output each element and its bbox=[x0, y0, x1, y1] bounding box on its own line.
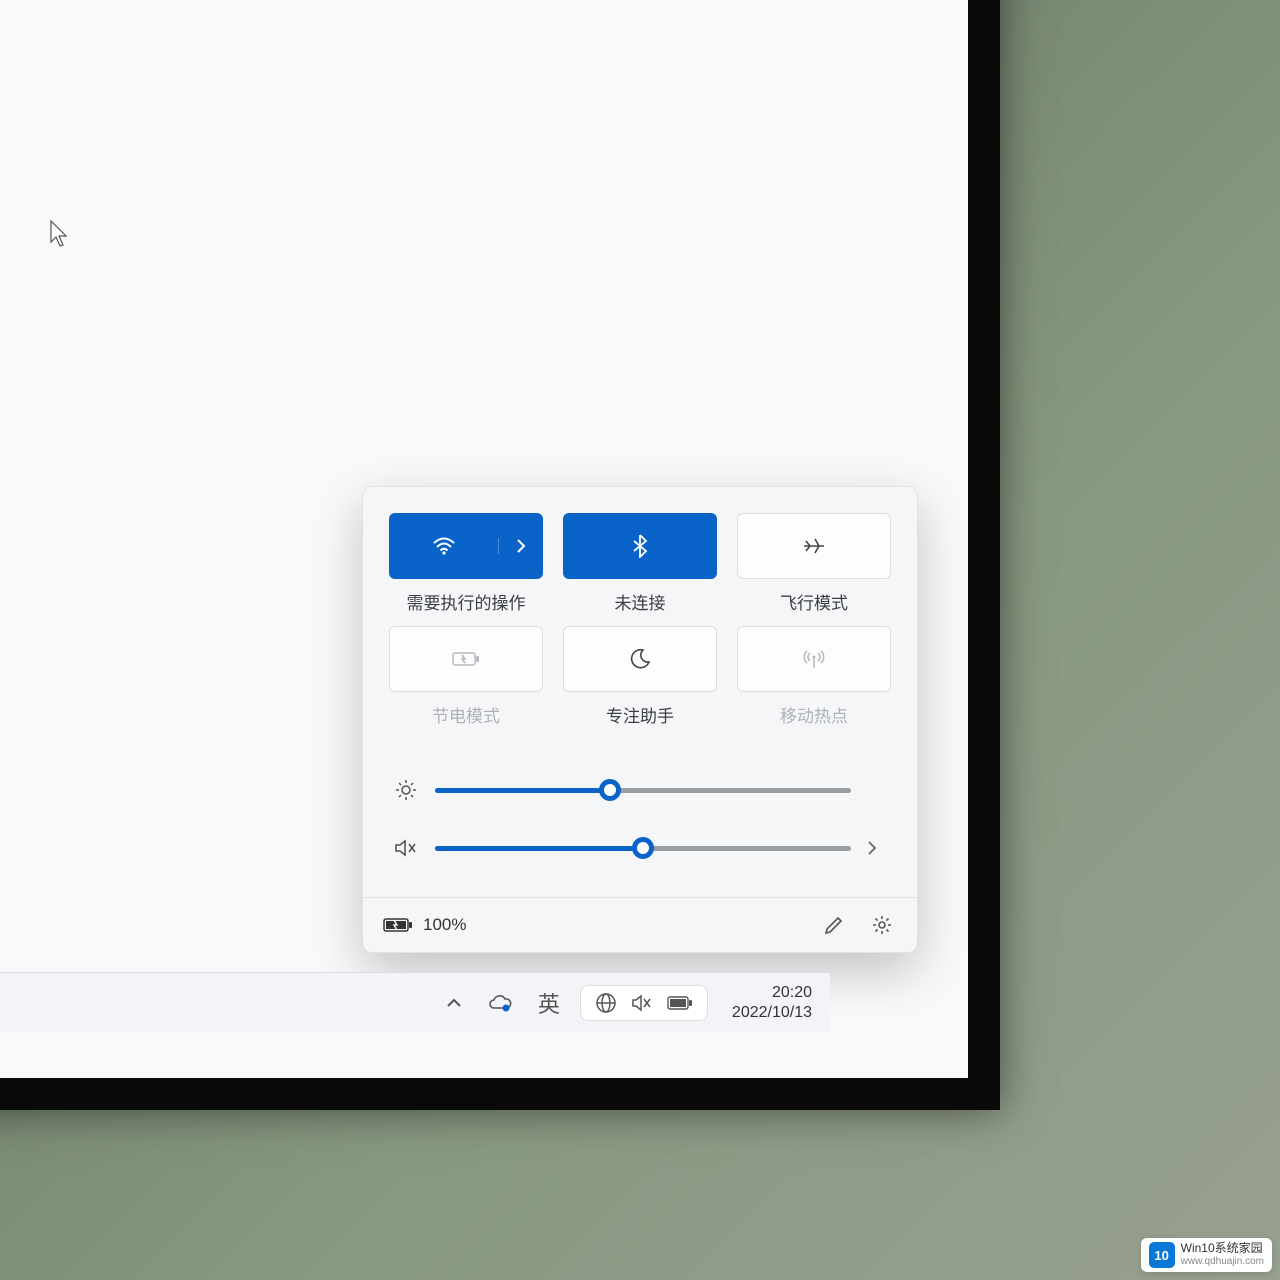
wifi-label: 需要执行的操作 bbox=[407, 589, 526, 614]
brightness-slider[interactable] bbox=[435, 779, 851, 801]
battery-saver-tile-group: 节电模式 bbox=[389, 626, 543, 727]
focus-tile-group: 专注助手 bbox=[563, 626, 717, 727]
edit-button[interactable] bbox=[819, 910, 849, 940]
hotspot-icon bbox=[802, 648, 826, 670]
volume-mute-icon bbox=[393, 838, 419, 858]
bluetooth-label: 未连接 bbox=[615, 589, 666, 614]
watermark: 10 Win10系统家园 www.qdhuajin.com bbox=[1141, 1238, 1272, 1272]
wifi-expand-button[interactable] bbox=[498, 538, 542, 554]
brightness-icon bbox=[393, 779, 419, 801]
airplane-tile-group: 飞行模式 bbox=[737, 513, 891, 614]
airplane-icon bbox=[801, 535, 827, 557]
hotspot-tile[interactable] bbox=[737, 626, 891, 692]
battery-saver-icon bbox=[452, 650, 480, 668]
wifi-tile[interactable] bbox=[389, 513, 543, 579]
battery-saver-label: 节电模式 bbox=[432, 702, 500, 727]
watermark-line1: Win10系统家园 bbox=[1181, 1242, 1264, 1256]
footer-actions bbox=[819, 910, 897, 940]
clock-date: 2022/10/13 bbox=[732, 1003, 812, 1022]
focus-tile[interactable] bbox=[563, 626, 717, 692]
desktop: 需要执行的操作 未连接 飞行模式 bbox=[0, 0, 1000, 1110]
airplane-label: 飞行模式 bbox=[780, 589, 848, 614]
brightness-row bbox=[393, 761, 887, 819]
volume-row bbox=[393, 819, 887, 877]
quick-settings-footer: 100% bbox=[363, 897, 917, 952]
battery-tray-icon bbox=[667, 995, 693, 1011]
cursor-icon bbox=[50, 220, 70, 248]
volume-expand-button[interactable] bbox=[867, 840, 887, 856]
battery-status[interactable]: 100% bbox=[383, 915, 466, 935]
battery-saver-tile[interactable] bbox=[389, 626, 543, 692]
battery-icon bbox=[383, 916, 413, 934]
settings-button[interactable] bbox=[867, 910, 897, 940]
gear-icon bbox=[871, 914, 893, 936]
wifi-toggle[interactable] bbox=[390, 537, 498, 555]
bluetooth-tile[interactable] bbox=[563, 513, 717, 579]
battery-percent: 100% bbox=[423, 915, 466, 935]
tray-quick-settings-button[interactable] bbox=[580, 985, 708, 1021]
wifi-tile-group: 需要执行的操作 bbox=[389, 513, 543, 614]
globe-icon bbox=[595, 992, 617, 1014]
cloud-sync-icon bbox=[488, 994, 512, 1012]
clock-time: 20:20 bbox=[732, 983, 812, 1002]
bluetooth-tile-group: 未连接 bbox=[563, 513, 717, 614]
system-tray: 英 20:20 2022/10/13 bbox=[440, 983, 812, 1023]
volume-slider[interactable] bbox=[435, 837, 851, 859]
tray-onedrive[interactable] bbox=[482, 990, 518, 1016]
watermark-text: Win10系统家园 www.qdhuajin.com bbox=[1181, 1242, 1264, 1267]
taskbar-clock[interactable]: 20:20 2022/10/13 bbox=[732, 983, 812, 1021]
watermark-badge: 10 bbox=[1149, 1242, 1175, 1268]
moon-icon bbox=[629, 648, 651, 670]
pencil-icon bbox=[824, 915, 844, 935]
watermark-line2: www.qdhuajin.com bbox=[1181, 1256, 1264, 1268]
taskbar: 英 20:20 2022/10/13 bbox=[0, 972, 830, 1032]
quick-settings-panel: 需要执行的操作 未连接 飞行模式 bbox=[362, 486, 918, 953]
volume-mute-tray-icon bbox=[631, 994, 653, 1012]
tray-overflow-button[interactable] bbox=[440, 993, 468, 1013]
hotspot-tile-group: 移动热点 bbox=[737, 626, 891, 727]
chevron-right-icon bbox=[516, 538, 526, 554]
focus-label: 专注助手 bbox=[606, 702, 674, 727]
tray-ime[interactable]: 英 bbox=[532, 983, 566, 1023]
quick-settings-tiles: 需要执行的操作 未连接 飞行模式 bbox=[363, 487, 917, 737]
ime-text: 英 bbox=[538, 987, 560, 1019]
bluetooth-icon bbox=[632, 534, 648, 558]
chevron-up-icon bbox=[446, 997, 462, 1009]
sliders-section bbox=[363, 737, 917, 897]
wifi-icon bbox=[432, 537, 456, 555]
airplane-tile[interactable] bbox=[737, 513, 891, 579]
hotspot-label: 移动热点 bbox=[780, 702, 848, 727]
